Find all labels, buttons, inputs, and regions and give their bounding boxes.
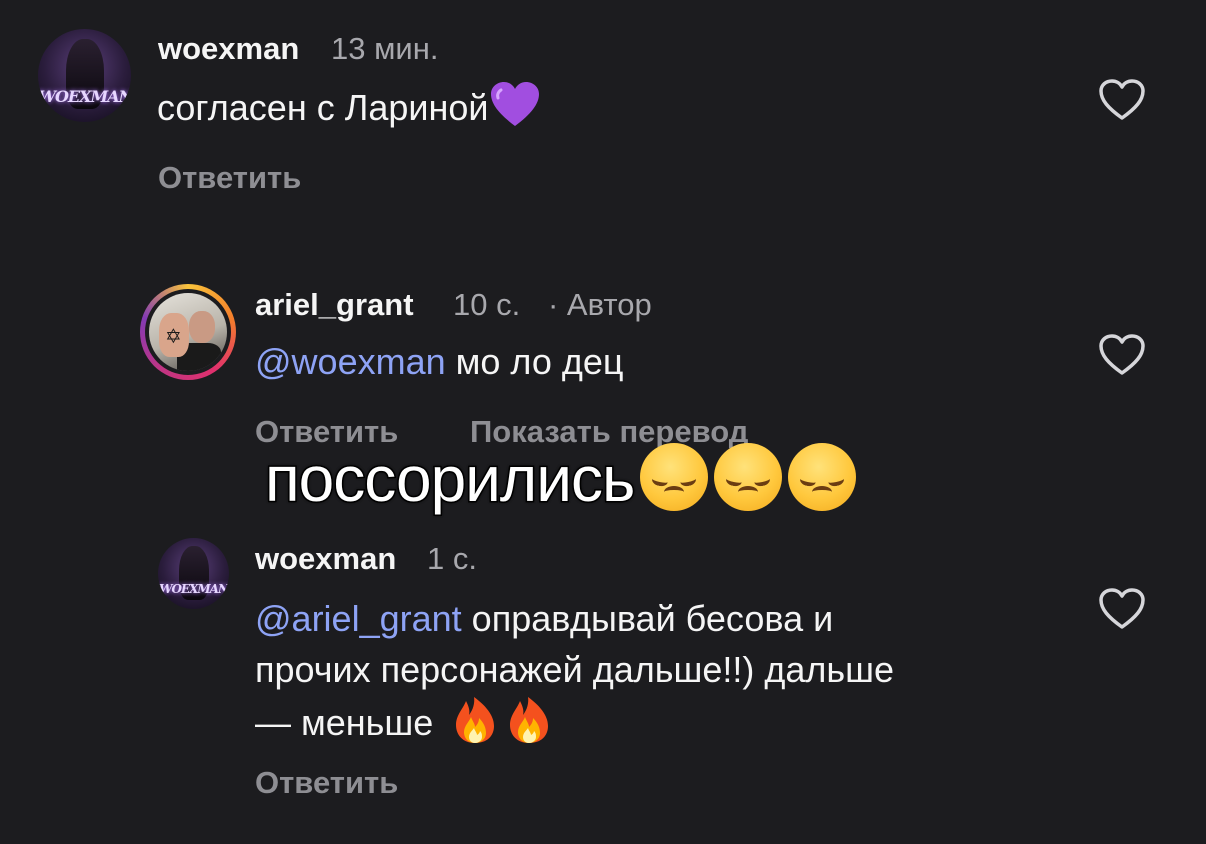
mention-link[interactable]: @ariel_grant (255, 598, 462, 639)
overlay-caption: поссорились (263, 442, 857, 517)
avatar: ✡ (149, 293, 227, 371)
heart-outline-icon (1099, 79, 1145, 120)
mention-link[interactable]: @woexman (255, 341, 446, 382)
pensive-face-icon (714, 443, 783, 511)
like-button[interactable] (1098, 587, 1146, 631)
comment-text-line: — меньше (255, 695, 1075, 748)
comment-text: @ariel_grant оправдывай бесова и прочих … (255, 593, 1075, 748)
author-badge: · Автор (548, 287, 652, 322)
heart-outline-icon (1099, 334, 1145, 375)
avatar-star: ✡ (165, 326, 182, 348)
reply-button[interactable]: Ответить (158, 160, 301, 196)
fire-icon (510, 697, 549, 743)
comment-text: согласен с Лариной (157, 80, 541, 133)
comment-text-line: @ariel_grant оправдывай бесова и (255, 593, 1075, 644)
comment-time: 13 мин. (331, 31, 439, 66)
pensive-face-icon (788, 443, 857, 511)
comment-username[interactable]: woexman (158, 31, 299, 67)
avatar-logo: WOEXMAN (159, 582, 229, 596)
avatar-logo: WOEXMAN (38, 87, 131, 106)
reply-button[interactable]: Ответить (255, 765, 398, 801)
comment-text: @woexman мо ло дец (255, 336, 624, 387)
purple-heart-icon (490, 82, 539, 126)
pensive-face-icon (640, 443, 709, 511)
overlay-caption-text: поссорились (263, 442, 636, 517)
comment-username[interactable]: woexman (255, 541, 396, 577)
comment-text-content: — меньше (255, 702, 434, 743)
like-button[interactable] (1098, 333, 1146, 377)
story-ring[interactable]: ✡ (140, 284, 236, 380)
comment-text-line: прочих персонажей дальше!!) дальше (255, 649, 895, 690)
comment-text-content: оправдывай бесова и (471, 598, 834, 639)
comment-text-content: мо ло дец (455, 341, 624, 382)
comment-time: 1 с. (427, 541, 477, 576)
avatar[interactable]: WOEXMAN (158, 538, 229, 609)
heart-outline-icon (1099, 588, 1145, 629)
fire-icon (456, 697, 495, 743)
avatar-face (189, 311, 215, 343)
comment-username[interactable]: ariel_grant (255, 287, 414, 323)
comment-text-content: согласен с Лариной (157, 87, 489, 128)
like-button[interactable] (1098, 78, 1146, 122)
comment-time: 10 с. (453, 287, 521, 322)
avatar[interactable]: WOEXMAN (38, 29, 131, 122)
